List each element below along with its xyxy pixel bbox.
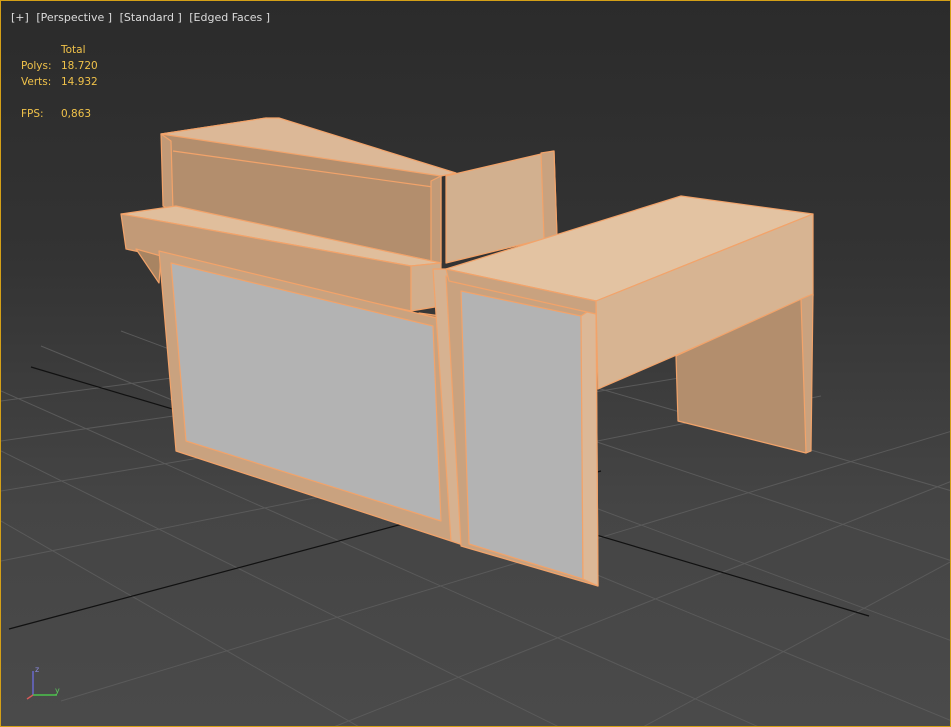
polys-label: Polys: [21,60,52,72]
scene-canvas[interactable] [1,1,951,727]
viewport-plus-menu[interactable]: [+] [11,11,29,24]
gizmo-z-label: z [35,665,39,674]
perspective-viewport[interactable]: [+] [Perspective ] [Standard ] [Edged Fa… [0,0,951,727]
scene-statistics: Total Polys: 18.720 Verts: 14.932 FPS: 0,86… [21,42,98,122]
viewport-display-menu[interactable]: [Edged Faces ] [189,11,270,24]
viewport-shading-menu[interactable]: [Standard ] [120,11,182,24]
gizmo-y-label: y [55,686,60,695]
desk-side-panel [460,290,584,580]
axis-gizmo: z y [26,665,60,700]
x-axis-icon [26,694,34,700]
verts-value: 14.932 [61,76,98,88]
verts-label: Verts: [21,76,52,88]
fps-label: FPS: [21,108,44,120]
viewport-view-menu[interactable]: [Perspective ] [36,11,112,24]
fps-value: 0,863 [61,108,92,120]
polys-value: 18.720 [61,60,98,72]
stats-header: Total [61,44,86,56]
viewport-label-menu: [+] [Perspective ] [Standard ] [Edged Fa… [11,11,274,24]
